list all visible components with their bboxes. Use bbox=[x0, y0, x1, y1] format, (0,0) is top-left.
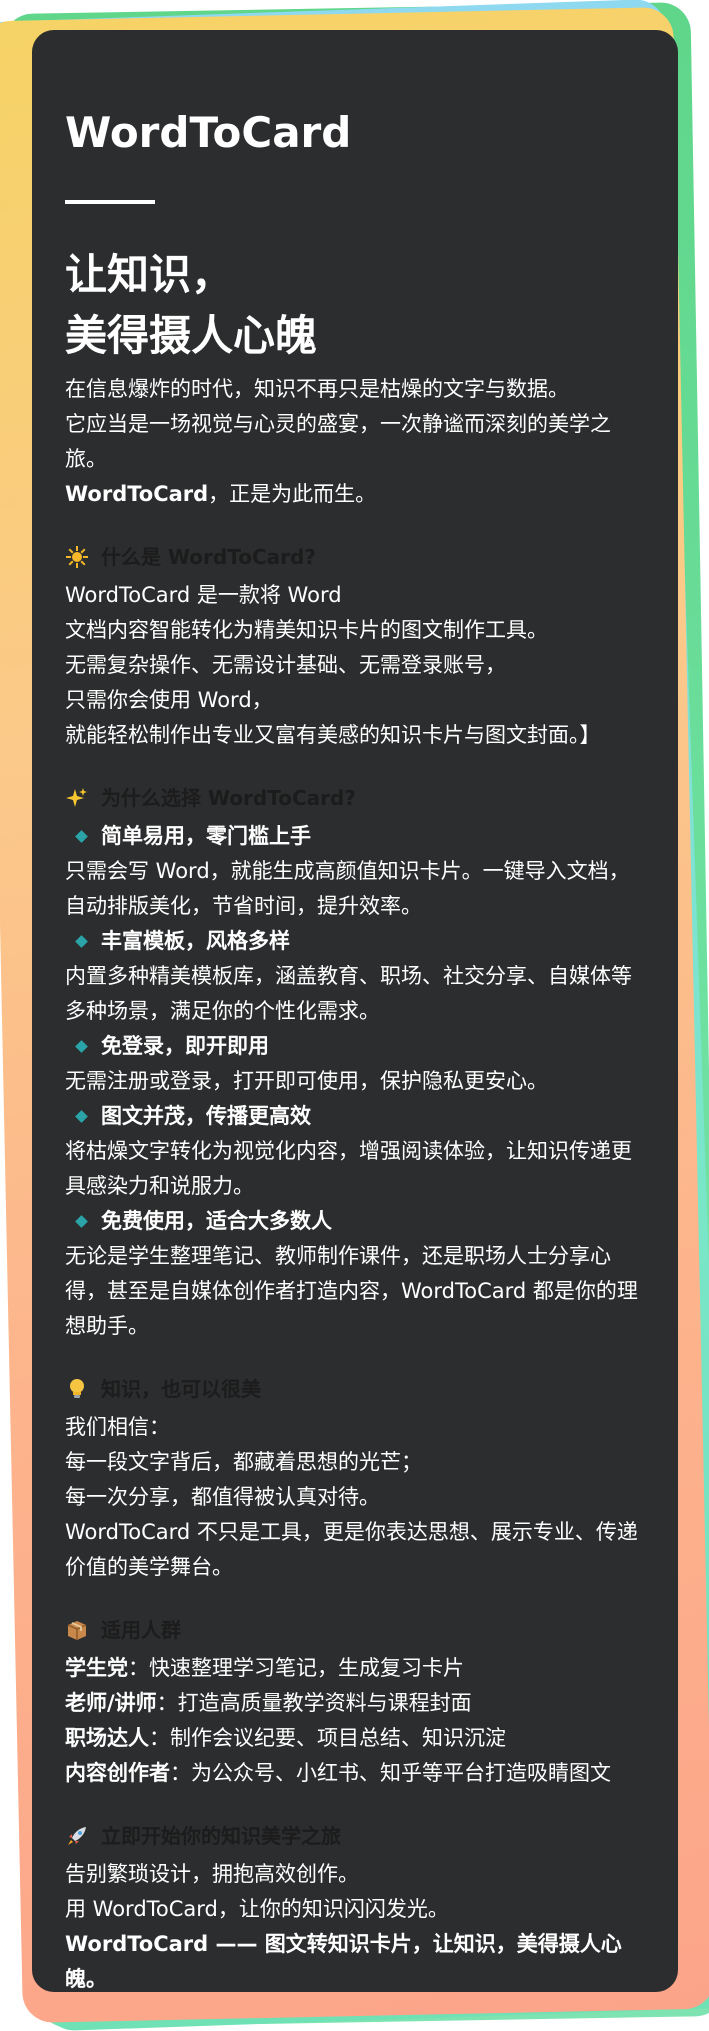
section-what-body: WordToCard 是一款将 Word 文档内容智能转化为精美知识卡片的图文制… bbox=[65, 578, 644, 753]
diamond-bullet-icon bbox=[75, 935, 88, 949]
beauty-line-2: 每一段文字背后，都藏着思想的光芒； bbox=[65, 1450, 422, 1475]
feature-title: 丰富模板，风格多样 bbox=[101, 929, 290, 954]
feature-item: 简单易用，零门槛上手 只需会写 Word，就能生成高颜值知识卡片。一键导入文档，… bbox=[65, 819, 644, 924]
headline-line-1: 让知识， bbox=[65, 250, 234, 300]
sun-icon bbox=[65, 545, 89, 569]
audience-text: ：快速整理学习笔记，生成复习卡片 bbox=[128, 1656, 464, 1681]
diamond-bullet-icon bbox=[75, 830, 88, 844]
feature-desc: 只需会写 Word，就能生成高颜值知识卡片。一键导入文档，自动排版美化，节省时间… bbox=[65, 859, 630, 919]
intro-tail: ，正是为此而生。 bbox=[208, 482, 377, 507]
feature-item: 丰富模板，风格多样 内置多种精美模板库，涵盖教育、职场、社交分享、自媒体等多种场… bbox=[65, 924, 644, 1029]
section-audience: 适用人群 学生党：快速整理学习笔记，生成复习卡片 老师/讲师：打造高质量教学资料… bbox=[65, 1615, 644, 1791]
audience-text: ：打造高质量教学资料与课程封面 bbox=[156, 1691, 472, 1716]
audience-label: 内容创作者 bbox=[65, 1761, 170, 1786]
feature-desc: 将枯燥文字转化为视觉化内容，增强阅读体验，让知识传递更具感染力和说服力。 bbox=[65, 1139, 632, 1199]
section-what-title: 什么是 WordToCard? bbox=[65, 542, 644, 572]
knowledge-card: WordToCard 让知识， 美得摄人心魄 在信息爆炸的时代，知识不再只是枯燥… bbox=[32, 30, 678, 1992]
section-start-title-text: 立即开始你的知识美学之旅 bbox=[101, 1824, 341, 1849]
start-line-1: 告别繁琐设计，拥抱高效创作。 bbox=[65, 1862, 359, 1887]
section-audience-title-text: 适用人群 bbox=[101, 1618, 181, 1643]
section-why-title-text: 为什么选择 WordToCard? bbox=[101, 786, 356, 811]
intro-brand: WordToCard bbox=[65, 482, 209, 507]
diamond-bullet-icon bbox=[75, 1110, 88, 1124]
section-start: 立即开始你的知识美学之旅 告别繁琐设计，拥抱高效创作。 用 WordToCard… bbox=[65, 1821, 644, 1997]
feature-title-row: 图文并茂，传播更高效 bbox=[65, 1099, 644, 1134]
feature-desc: 无需注册或登录，打开即可使用，保护隐私更安心。 bbox=[65, 1069, 548, 1094]
feature-desc: 无论是学生整理笔记、教师制作课件，还是职场人士分享心得，甚至是自媒体创作者打造内… bbox=[65, 1244, 638, 1339]
feature-title-row: 简单易用，零门槛上手 bbox=[65, 819, 644, 854]
feature-title: 免登录，即开即用 bbox=[101, 1034, 269, 1059]
what-line-2: 文档内容智能转化为精美知识卡片的图文制作工具。 bbox=[65, 618, 548, 643]
section-why-title: 为什么选择 WordToCard? bbox=[65, 783, 644, 813]
beauty-line-1: 我们相信： bbox=[65, 1415, 170, 1440]
feature-title-row: 免登录，即开即用 bbox=[65, 1029, 644, 1064]
audience-item: 职场达人：制作会议纪要、项目总结、知识沉淀 bbox=[65, 1721, 644, 1756]
audience-text: ：为公众号、小红书、知乎等平台打造吸睛图文 bbox=[170, 1761, 611, 1786]
section-audience-body: 学生党：快速整理学习笔记，生成复习卡片 老师/讲师：打造高质量教学资料与课程封面… bbox=[65, 1651, 644, 1791]
feature-desc: 内置多种精美模板库，涵盖教育、职场、社交分享、自媒体等多种场景，满足你的个性化需… bbox=[65, 964, 632, 1024]
rocket-icon bbox=[65, 1824, 89, 1848]
section-beauty-title: 知识，也可以很美 bbox=[65, 1374, 644, 1404]
diamond-bullet-icon bbox=[75, 1215, 88, 1229]
section-start-title: 立即开始你的知识美学之旅 bbox=[65, 1821, 644, 1851]
intro-paragraph: 在信息爆炸的时代，知识不再只是枯燥的文字与数据。 它应当是一场视觉与心灵的盛宴，… bbox=[65, 372, 644, 512]
audience-item: 学生党：快速整理学习笔记，生成复习卡片 bbox=[65, 1651, 644, 1686]
sparkles-icon bbox=[65, 786, 89, 810]
closing-slogan: WordToCard —— 图文转知识卡片，让知识，美得摄人心魄。 bbox=[65, 1932, 622, 1992]
what-line-4: 只需你会使用 Word， bbox=[65, 688, 273, 713]
audience-label: 职场达人 bbox=[65, 1726, 149, 1751]
feature-title: 图文并茂，传播更高效 bbox=[101, 1104, 311, 1129]
audience-item: 老师/讲师：打造高质量教学资料与课程封面 bbox=[65, 1686, 644, 1721]
what-line-1: WordToCard 是一款将 Word bbox=[65, 583, 342, 608]
intro-line-2: 它应当是一场视觉与心灵的盛宴，一次静谧而深刻的美学之旅。 bbox=[65, 412, 611, 472]
start-line-2: 用 WordToCard，让你的知识闪闪发光。 bbox=[65, 1897, 449, 1922]
headline: 让知识， 美得摄人心魄 bbox=[65, 244, 644, 366]
audience-item: 内容创作者：为公众号、小红书、知乎等平台打造吸睛图文 bbox=[65, 1756, 644, 1791]
package-icon bbox=[65, 1618, 89, 1642]
feature-title-row: 丰富模板，风格多样 bbox=[65, 924, 644, 959]
section-beauty: 知识，也可以很美 我们相信： 每一段文字背后，都藏着思想的光芒； 每一次分享，都… bbox=[65, 1374, 644, 1585]
section-beauty-body: 我们相信： 每一段文字背后，都藏着思想的光芒； 每一次分享，都值得被认真对待。 … bbox=[65, 1410, 644, 1585]
what-line-3: 无需复杂操作、无需设计基础、无需登录账号， bbox=[65, 653, 506, 678]
brand-title: WordToCard bbox=[65, 108, 352, 157]
section-what-title-text: 什么是 WordToCard? bbox=[101, 545, 316, 570]
lightbulb-icon bbox=[65, 1377, 89, 1401]
section-start-body: 告别繁琐设计，拥抱高效创作。 用 WordToCard，让你的知识闪闪发光。 W… bbox=[65, 1857, 644, 1997]
feature-title-row: 免费使用，适合大多数人 bbox=[65, 1204, 644, 1239]
brand-divider bbox=[65, 200, 155, 205]
intro-line-3: WordToCard，正是为此而生。 bbox=[65, 477, 644, 512]
diamond-bullet-icon bbox=[75, 1040, 88, 1054]
beauty-line-3: 每一次分享，都值得被认真对待。 bbox=[65, 1485, 380, 1510]
feature-title: 免费使用，适合大多数人 bbox=[101, 1209, 332, 1234]
headline-line-2: 美得摄人心魄 bbox=[65, 311, 318, 361]
feature-item: 图文并茂，传播更高效 将枯燥文字转化为视觉化内容，增强阅读体验，让知识传递更具感… bbox=[65, 1099, 644, 1204]
feature-item: 免费使用，适合大多数人 无论是学生整理笔记、教师制作课件，还是职场人士分享心得，… bbox=[65, 1204, 644, 1344]
audience-label: 学生党 bbox=[65, 1656, 128, 1681]
audience-label: 老师/讲师 bbox=[65, 1691, 157, 1716]
intro-line-1: 在信息爆炸的时代，知识不再只是枯燥的文字与数据。 bbox=[65, 377, 569, 402]
beauty-line-4: WordToCard 不只是工具，更是你表达思想、展示专业、传递价值的美学舞台。 bbox=[65, 1520, 638, 1580]
audience-text: ：制作会议纪要、项目总结、知识沉淀 bbox=[149, 1726, 506, 1751]
section-what: 什么是 WordToCard? WordToCard 是一款将 Word 文档内… bbox=[65, 542, 644, 753]
section-audience-title: 适用人群 bbox=[65, 1615, 644, 1645]
feature-item: 免登录，即开即用 无需注册或登录，打开即可使用，保护隐私更安心。 bbox=[65, 1029, 644, 1099]
section-beauty-title-text: 知识，也可以很美 bbox=[101, 1377, 261, 1402]
feature-title: 简单易用，零门槛上手 bbox=[101, 824, 311, 849]
what-line-5: 就能轻松制作出专业又富有美感的知识卡片与图文封面。】 bbox=[65, 723, 601, 748]
section-why: 为什么选择 WordToCard? 简单易用，零门槛上手 只需会写 Word，就… bbox=[65, 783, 644, 1344]
